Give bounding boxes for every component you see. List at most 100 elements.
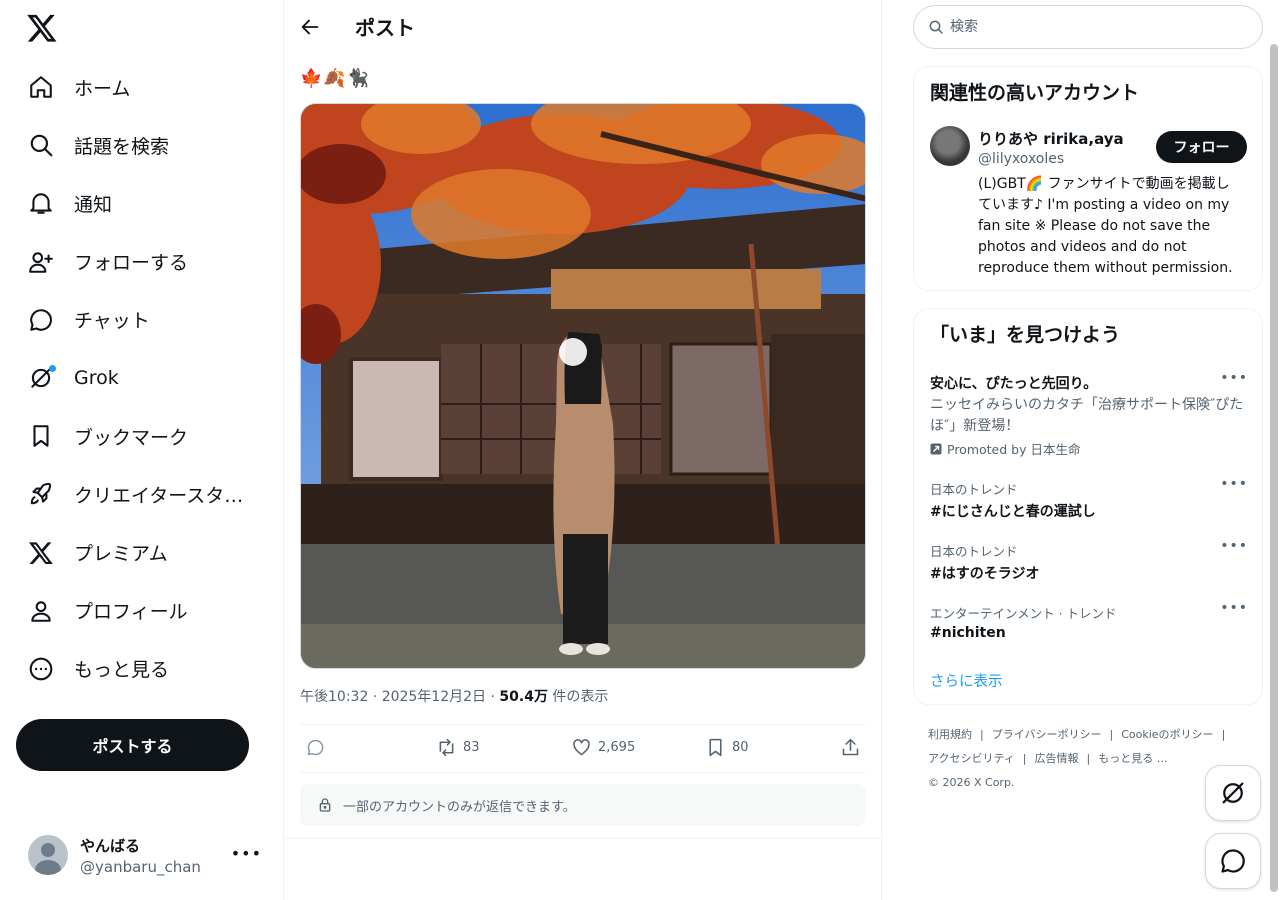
post-timestamp[interactable]: 午後10:32 · 2025年12月2日 ·: [300, 689, 499, 705]
more-dots-icon[interactable]: •••: [1220, 476, 1248, 492]
footer-links: 利用規約 | プライバシーポリシー | Cookieのポリシー | アクセシビリティ | 広告…: [928, 723, 1248, 795]
copyright: © 2026 X Corp.: [928, 776, 1015, 789]
trends-card: 「いま」を見つけよう 安心に、ぴたっと先回り。 ニッセイみらいのカタチ「治療サポ…: [913, 308, 1263, 705]
bookmark-button[interactable]: 80: [705, 737, 749, 758]
x-logo-icon[interactable]: [26, 12, 58, 44]
nav-label: もっと見る: [74, 659, 170, 682]
person-icon: [31, 601, 51, 622]
post-header: ポスト: [285, 0, 881, 53]
nav-item-bookmarks[interactable]: ブックマーク: [16, 407, 243, 465]
avatar[interactable]: [930, 126, 970, 166]
post-text: 🍁🍂🐈‍⬛: [300, 68, 371, 89]
main-nav: ホーム 話題を検索 通知 フォローする チャット Grok ブックマーク クリエ…: [16, 58, 243, 698]
grok-icon: [1222, 782, 1244, 804]
recommended-accounts-card: 関連性の高いアカウント りりあや ririka,aya @lilyxoxoles…: [913, 66, 1263, 291]
page-title: ポスト: [355, 16, 415, 40]
card-title: 「いま」を見つけよう: [930, 324, 1121, 346]
account-switcher[interactable]: やんばる @yanbaru_chan •••: [16, 826, 268, 884]
trend-name: #はすのそラジオ: [930, 566, 1040, 582]
promoted-icon: [930, 443, 942, 454]
scrollbar[interactable]: [1270, 44, 1278, 892]
chat-icon: [1221, 849, 1245, 873]
promoted-trend[interactable]: 安心に、ぴたっと先回り。 ニッセイみらいのカタチ「治療サポート保険″ぴたほ″」新…: [930, 370, 1248, 458]
nav-label: 通知: [74, 193, 113, 216]
card-title: 関連性の高いアカウント: [930, 82, 1140, 104]
reply-button[interactable]: [305, 737, 326, 758]
repost-count: 83: [463, 740, 480, 755]
nav-item-premium[interactable]: プレミアム: [16, 524, 243, 582]
nav-label: Grok: [74, 367, 119, 390]
nav-label: プレミアム: [74, 543, 168, 566]
footer-link[interactable]: Cookieのポリシー: [1121, 728, 1213, 741]
view-count: 50.4万: [499, 689, 548, 705]
reply-restriction-text: 一部のアカウントのみが返信できます。: [343, 799, 576, 815]
account-name: やんばる: [80, 836, 141, 855]
recommended-account-name[interactable]: りりあや ririka,aya: [978, 128, 1124, 149]
bookmark-count: 80: [732, 740, 749, 755]
repost-icon: [439, 738, 454, 757]
trend-item[interactable]: エンターテインメント · トレンド #nichiten •••: [930, 600, 1248, 641]
more-dots-icon[interactable]: •••: [1220, 370, 1248, 386]
chat-floating-button[interactable]: [1205, 833, 1261, 889]
grok-floating-button[interactable]: [1205, 765, 1261, 821]
promoted-by: Promoted by 日本生命: [930, 439, 1248, 458]
search-icon: [30, 134, 53, 157]
promo-title: 安心に、ぴたっと先回り。: [930, 376, 1098, 392]
avatar: [28, 835, 68, 875]
nav-item-more[interactable]: もっと見る: [16, 640, 243, 698]
nav-item-home[interactable]: ホーム: [16, 58, 243, 116]
add-person-icon: [29, 251, 53, 273]
search-input[interactable]: [950, 19, 1230, 35]
bookmark-icon: [709, 738, 722, 757]
nav-item-notifications[interactable]: 通知: [16, 174, 243, 232]
nav-item-creator-studio[interactable]: クリエイタースタ…: [16, 465, 243, 523]
nav-item-explore[interactable]: 話題を検索: [16, 116, 243, 174]
footer-link[interactable]: 利用規約: [928, 728, 972, 741]
nav-item-follow[interactable]: フォローする: [16, 233, 243, 291]
share-icon: [842, 738, 859, 756]
more-circle-icon: [29, 657, 53, 681]
repost-button[interactable]: 83: [436, 737, 480, 758]
footer-link[interactable]: 広告情報: [1035, 752, 1079, 765]
separator: |: [980, 728, 984, 741]
x-logo-icon: [28, 541, 53, 564]
heart-icon: [573, 739, 590, 756]
account-info: やんばる @yanbaru_chan: [80, 835, 201, 876]
nav-item-chat[interactable]: チャット: [16, 291, 243, 349]
reply-icon: [307, 739, 324, 756]
post-button[interactable]: ポストする: [16, 719, 249, 771]
nav-item-grok[interactable]: Grok: [16, 349, 243, 407]
reply-restriction-notice: 一部のアカウントのみが返信できます。: [300, 784, 866, 826]
share-button[interactable]: [840, 737, 861, 758]
recommended-account-bio: (L)GBT🌈 ファンサイトで動画を掲載しています♪ I'm posting a…: [978, 176, 1233, 276]
post-meta: 午後10:32 · 2025年12月2日 · 50.4万 件の表示: [300, 686, 608, 706]
footer-link[interactable]: アクセシビリティ: [928, 752, 1015, 765]
footer-link[interactable]: もっと見る …: [1098, 752, 1168, 765]
separator: |: [1086, 752, 1091, 765]
like-button[interactable]: 2,695: [571, 737, 635, 758]
trend-item[interactable]: 日本のトレンド #はすのそラジオ •••: [930, 538, 1248, 583]
post-image[interactable]: [300, 103, 866, 669]
more-dots-icon[interactable]: •••: [1220, 538, 1248, 554]
trend-name: #にじさんじと春の運試し: [930, 504, 1096, 520]
nav-label: フォローする: [74, 252, 189, 275]
search-box[interactable]: [913, 5, 1263, 49]
back-arrow-icon[interactable]: [299, 16, 321, 38]
recommended-account-handle[interactable]: @lilyxoxoles: [978, 151, 1064, 167]
separator: |: [1221, 728, 1226, 741]
follow-button[interactable]: フォロー: [1156, 131, 1247, 163]
nav-label: ホーム: [74, 77, 131, 100]
more-dots-icon[interactable]: •••: [231, 844, 262, 863]
promo-description: ニッセイみらいのカタチ「治療サポート保険″ぴたほ″」新登場！: [930, 397, 1244, 434]
trend-item[interactable]: 日本のトレンド #にじさんじと春の運試し •••: [930, 476, 1248, 521]
photo-illustration: [301, 104, 865, 668]
grok-icon-wrap: [28, 365, 56, 391]
nav-item-profile[interactable]: プロフィール: [16, 582, 243, 640]
chat-icon: [30, 309, 52, 331]
trend-context: 日本のトレンド: [930, 482, 1018, 497]
view-label: 件の表示: [547, 689, 609, 705]
more-dots-icon[interactable]: •••: [1220, 600, 1248, 616]
post-column: ポスト 🍁🍂🐈‍⬛: [285, 0, 882, 900]
show-more-link[interactable]: さらに表示: [930, 670, 1003, 691]
footer-link[interactable]: プライバシーポリシー: [992, 728, 1102, 741]
